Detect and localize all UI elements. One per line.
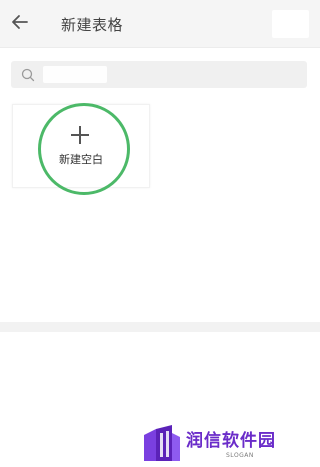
- watermark-logo: 润信软件园 SLOGAN: [142, 424, 314, 464]
- arrow-left-icon: [10, 12, 30, 36]
- header-action-button[interactable]: [272, 10, 309, 38]
- search-text-redaction: [43, 66, 107, 83]
- building-logo-icon: [144, 425, 180, 461]
- search-icon: [20, 67, 36, 83]
- page-title: 新建表格: [61, 16, 124, 34]
- new-blank-card[interactable]: [12, 104, 150, 188]
- search-bar[interactable]: [11, 61, 307, 88]
- new-spreadsheet-screen: 新建表格 新建空白 润信软件园 SLOGAN: [0, 0, 320, 467]
- watermark-brand: 润信软件园: [186, 431, 276, 451]
- back-button[interactable]: [6, 10, 34, 38]
- watermark-slogan: SLOGAN: [226, 452, 254, 459]
- section-divider: [0, 322, 320, 332]
- app-header: 新建表格: [0, 0, 320, 48]
- new-blank-label: 新建空白: [59, 153, 103, 166]
- plus-icon: [71, 126, 89, 144]
